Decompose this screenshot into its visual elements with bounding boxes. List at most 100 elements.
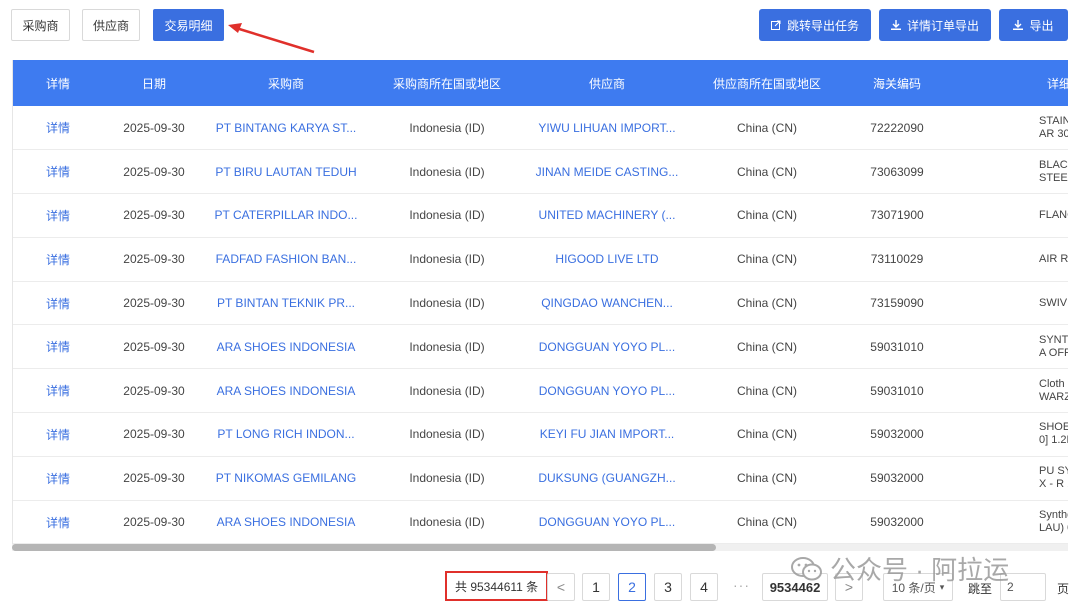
tab-supplier[interactable]: 供应商	[82, 9, 140, 41]
export-button[interactable]: 导出	[999, 9, 1068, 41]
supplier-link[interactable]: JINAN MEIDE CASTING...	[527, 150, 687, 194]
hs-code-cell: 59032000	[870, 427, 924, 442]
product-cell: Synthetics Upper (ALAU) 0,1 sq	[947, 500, 1068, 544]
download-icon	[890, 20, 901, 30]
tab-transaction-detail[interactable]: 交易明细	[153, 9, 224, 41]
prev-page-button[interactable]: <	[547, 573, 575, 601]
product-cell: BLACK PAINTED SESTEEL PIPE PLAIN I	[947, 150, 1068, 194]
hs-code-cell: 73159090	[870, 296, 924, 311]
col-header-supplier[interactable]: 供应商	[527, 60, 687, 106]
page-button-3[interactable]: 3	[654, 573, 682, 601]
date-cell: 2025-09-30	[123, 339, 185, 354]
buyer-link[interactable]: PT BIRU LAUTAN TEDUH	[205, 150, 367, 194]
buyer-link[interactable]: ARA SHOES INDONESIA	[205, 325, 367, 369]
supplier-link[interactable]: DONGGUAN YOYO PL...	[527, 369, 687, 413]
buyer-link[interactable]: ARA SHOES INDONESIA	[205, 500, 367, 544]
detail-link[interactable]: 详情	[13, 106, 103, 150]
product-cell: SHOE MATERIAL W0] 1.2MM FOCUS R	[947, 413, 1068, 457]
page-button-2[interactable]: 2	[618, 573, 646, 601]
product-line: SWIVEL FOREFU	[1039, 296, 1068, 309]
product-line: PU SYNTHETIC - SE	[1039, 465, 1068, 478]
watermark-text: 公众号 · 阿拉运	[830, 555, 1010, 585]
supplier-country-cell: China (CN)	[736, 427, 797, 442]
page-button-1[interactable]: 1	[582, 573, 610, 601]
supplier-country-cell: China (CN)	[736, 164, 797, 179]
detail-link[interactable]: 详情	[13, 500, 103, 544]
hs-code-cell: 59031010	[870, 339, 924, 354]
supplier-link[interactable]: DUKSUNG (GUANGZH...	[527, 456, 687, 500]
supplier-country-cell: China (CN)	[736, 120, 797, 135]
table-row: 详情 2025-09-30 PT LONG RICH INDON... Indones…	[13, 413, 1068, 457]
download-icon	[1013, 20, 1024, 30]
date-cell: 2025-09-30	[123, 120, 185, 135]
supplier-link[interactable]: UNITED MACHINERY (...	[527, 194, 687, 238]
supplier-link[interactable]: QINGDAO WANCHEN...	[527, 281, 687, 325]
table-row: 详情 2025-09-30 FADFAD FASHION BAN... Indones…	[13, 237, 1068, 282]
date-cell: 2025-09-30	[123, 515, 185, 530]
buyer-link[interactable]: ARA SHOES INDONESIA	[205, 369, 367, 413]
supplier-link[interactable]: DONGGUAN YOYO PL...	[527, 325, 687, 369]
supplier-country-cell: China (CN)	[736, 339, 797, 354]
col-header-product[interactable]: 详细产品名称	[947, 60, 1068, 106]
supplier-country-cell: China (CN)	[736, 208, 797, 223]
detail-link[interactable]: 详情	[13, 369, 103, 413]
buyer-link[interactable]: PT LONG RICH INDON...	[205, 413, 367, 457]
product-cell: SYNTHETICS LININA OFFWHITE) 12,	[947, 325, 1068, 369]
product-cell: FLANGE-SPAC	[947, 194, 1068, 238]
detail-link[interactable]: 详情	[13, 413, 103, 457]
buyer-link[interactable]: PT BINTANG KARYA ST...	[205, 106, 367, 150]
buyer-link[interactable]: PT NIKOMAS GEMILANG	[205, 456, 367, 500]
detail-order-export-button[interactable]: 详情订单导出	[879, 9, 991, 41]
table-row: 详情 2025-09-30 PT CATERPILLAR INDO... Indone…	[13, 194, 1068, 238]
buyer-country-cell: Indonesia (ID)	[409, 471, 485, 486]
buyer-link[interactable]: PT BINTAN TEKNIK PR...	[205, 281, 367, 325]
table-row: 详情 2025-09-30 ARA SHOES INDONESIA Indonesia…	[13, 325, 1068, 369]
hs-code-cell: 59032000	[870, 471, 924, 486]
detail-link[interactable]: 详情	[13, 237, 103, 281]
watermark: 公众号 · 阿拉运	[790, 550, 1009, 587]
table-header-row: 详情 日期 采购商 采购商所在国或地区 供应商 供应商所在国或地区 海关编码 详…	[13, 60, 1068, 106]
product-line: X - R 131 THICKNE	[1039, 478, 1068, 491]
supplier-link[interactable]: HIGOOD LIVE LTD	[527, 237, 687, 281]
hs-code-cell: 59031010	[870, 383, 924, 398]
tab-transaction-detail-label: 交易明细	[164, 18, 213, 33]
table-row: 详情 2025-09-30 PT NIKOMAS GEMILANG Indonesia…	[13, 456, 1068, 501]
col-header-supplier-country[interactable]: 供应商所在国或地区	[687, 60, 847, 106]
buyer-country-cell: Indonesia (ID)	[409, 383, 485, 398]
hs-code-cell: 72222090	[870, 120, 924, 135]
col-header-buyer-country[interactable]: 采购商所在国或地区	[367, 60, 527, 106]
tab-buyer[interactable]: 采购商	[11, 9, 70, 41]
buyer-link[interactable]: FADFAD FASHION BAN...	[205, 237, 367, 281]
buyer-link[interactable]: PT CATERPILLAR INDO...	[205, 194, 367, 238]
jump-export-task-button[interactable]: 跳转导出任务	[759, 9, 871, 41]
supplier-country-cell: China (CN)	[736, 383, 797, 398]
detail-link[interactable]: 详情	[13, 150, 103, 194]
supplier-link[interactable]: DONGGUAN YOYO PL...	[527, 500, 687, 544]
col-header-hs-code[interactable]: 海关编码	[847, 60, 947, 106]
supplier-link[interactable]: KEYI FU JIAN IMPORT...	[527, 413, 687, 457]
supplier-country-cell: China (CN)	[736, 296, 797, 311]
detail-link[interactable]: 详情	[13, 281, 103, 325]
supplier-link[interactable]: YIWU LIHUAN IMPORT...	[527, 106, 687, 150]
col-header-buyer[interactable]: 采购商	[205, 60, 367, 106]
hs-code-cell: 59032000	[870, 515, 924, 530]
product-line: AR 304 SIZE 5.1/2"	[1039, 127, 1068, 140]
date-cell: 2025-09-30	[123, 296, 185, 311]
date-cell: 2025-09-30	[123, 471, 185, 486]
supplier-country-cell: China (CN)	[736, 471, 797, 486]
date-cell: 2025-09-30	[123, 208, 185, 223]
product-line: 0] 1.2MM FOCUS R	[1039, 434, 1068, 447]
product-line: FLANGE-SPAC	[1039, 208, 1068, 221]
scrollbar-thumb[interactable]	[12, 544, 716, 551]
product-line: SHOE MATERIAL W	[1039, 421, 1068, 434]
page-button-4[interactable]: 4	[690, 573, 718, 601]
product-line: Cloth Lining (FROT	[1039, 377, 1068, 390]
product-line: Synthetics Upper (A	[1039, 509, 1068, 522]
col-header-detail: 详情	[45, 76, 70, 91]
col-header-date[interactable]: 日期	[103, 60, 205, 106]
wechat-icon	[791, 556, 822, 580]
detail-link[interactable]: 详情	[13, 456, 103, 500]
page-ellipsis[interactable]: ···	[733, 577, 750, 593]
detail-link[interactable]: 详情	[13, 194, 103, 238]
detail-link[interactable]: 详情	[13, 325, 103, 369]
